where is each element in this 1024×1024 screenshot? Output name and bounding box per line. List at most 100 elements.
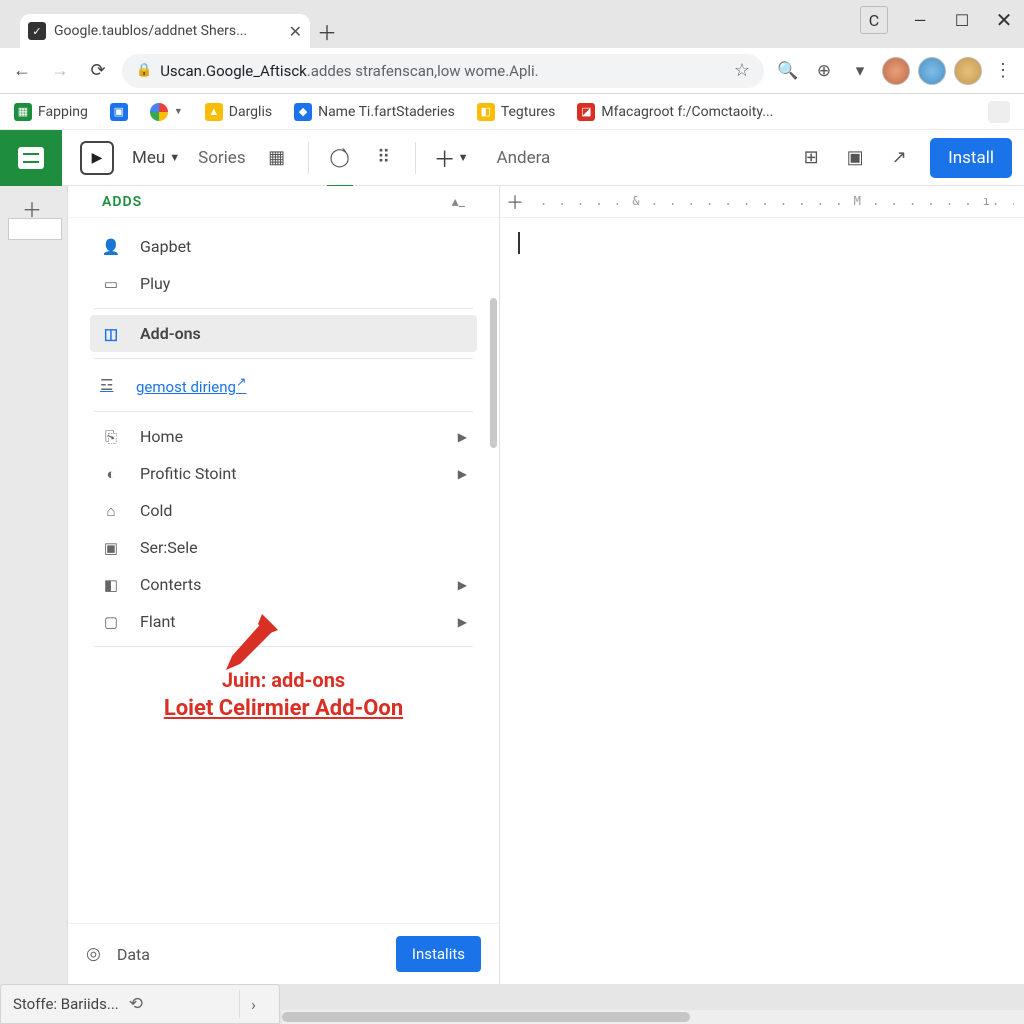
ruler-plus-icon[interactable]: ＋ (506, 189, 524, 215)
panel-foot-label: Data (117, 945, 380, 964)
menu-item[interactable]: ⎘Home▶ (90, 418, 477, 455)
panel-scrollbar[interactable] (490, 298, 497, 448)
bookmark-label: Darglis (229, 104, 272, 120)
lock-icon: 🔒 (136, 63, 152, 78)
menu-item[interactable]: ▢Flant▶ (90, 603, 477, 640)
bookmark-item[interactable]: ◪Mfacagroot f:/Comctaoity... (577, 103, 773, 121)
ruler-ticks: . . . . . & . . . . . . . . . . . M . . … (540, 194, 1014, 208)
menu-item-icon: ▣ (100, 539, 122, 557)
select-all-cell[interactable] (8, 218, 62, 240)
window-titlebar: ✓ Google.taublos/addnet Shers... ✕ ＋ C —… (0, 0, 1024, 48)
ruler: ＋ . . . . . & . . . . . . . . . . . M . … (500, 186, 1024, 218)
profile-avatar-3[interactable] (954, 57, 982, 85)
menu-divider (94, 646, 473, 647)
andera-label: Andera (497, 148, 551, 168)
close-window-button[interactable]: ✕ (990, 6, 1018, 34)
installs-button[interactable]: Instalits (396, 936, 481, 972)
bookmark-item[interactable]: ◆Name Ti.fartStaderies (294, 103, 455, 121)
bookmark-label: Fapping (38, 104, 88, 120)
app-logo[interactable] (0, 130, 62, 186)
maximize-button[interactable]: ☐ (948, 6, 976, 34)
text-cursor (518, 232, 520, 254)
menu-item-icon: ◫ (100, 325, 122, 343)
app-toolbar: ▶ Meu▼ Sories ▦ ◯̀ ⠿ ＋▼ Andera ⊞ ▣ ↗ Ins… (0, 130, 1024, 186)
menu-item[interactable]: ◐Profitic Stoint▶ (90, 455, 477, 492)
bookmarks-overflow-icon[interactable] (988, 101, 1010, 123)
new-tab-button[interactable]: ＋ (310, 14, 344, 48)
back-button[interactable]: ← (8, 57, 36, 85)
bookmark-icon: ▦ (14, 103, 32, 121)
menu-item[interactable]: ◧Conterts▶ (90, 566, 477, 603)
menu-item-icon: ▭ (100, 275, 122, 293)
sories-label[interactable]: Sories (198, 148, 245, 168)
card-icon[interactable]: ▣ (842, 145, 868, 171)
menu-item-icon: ⌂ (100, 502, 122, 520)
bookmark-icon (150, 103, 168, 121)
panel-title: ADDS (102, 194, 142, 210)
status-refresh-icon[interactable]: ⟲ (129, 994, 143, 1014)
annotation-callout: Juin: add-onsLoiet Celirmier Add-Oon (90, 667, 477, 724)
chevron-right-icon: ▶ (458, 578, 467, 592)
menu-item-label: Home (140, 427, 183, 446)
minimize-button[interactable]: — (906, 6, 934, 34)
manage-link[interactable]: ☲gemost dirieng↗ (90, 365, 477, 405)
install-button[interactable]: Install (930, 138, 1012, 178)
search-icon[interactable]: 🔍 (774, 57, 802, 85)
status-label: Stoffe: Bariids... (13, 995, 119, 1013)
menu-dropdown[interactable]: Meu▼ (132, 148, 180, 168)
menu-item-icon: ◧ (100, 576, 122, 594)
bookmark-item[interactable]: ▣ (110, 103, 128, 121)
bookmark-item[interactable]: ▼ (150, 103, 183, 121)
menu-item-icon: ▢ (100, 613, 122, 631)
edit-arrow-icon[interactable]: ↗ (886, 145, 912, 171)
bookmark-item[interactable]: ▲ Darglis (205, 103, 272, 121)
chrome-menu-icon[interactable]: ⋮ (990, 60, 1016, 81)
tab-favicon: ✓ (28, 22, 46, 40)
bookmark-label: Name Ti.fartStaderies (318, 104, 455, 120)
bookmark-item[interactable]: ▦ Fapping (14, 103, 88, 121)
window-controls: C — ☐ ✕ (860, 6, 1018, 34)
menu-item[interactable]: ⌂ Cold (90, 492, 477, 529)
browser-tab[interactable]: ✓ Google.taublos/addnet Shers... ✕ (20, 14, 310, 48)
link-text: gemost dirieng↗ (136, 374, 246, 396)
callout-line1: Juin: add-ons (222, 668, 345, 692)
bookmark-icon: ▲ (205, 103, 223, 121)
reload-button[interactable]: ⟳ (84, 57, 112, 85)
menu-item[interactable]: ▣ Ser:Sele (90, 529, 477, 566)
omnibox[interactable]: 🔒 Uscan.Google_Aftisck.addes strafenscan… (122, 54, 764, 88)
bookmark-item[interactable]: ◧Tegtures (477, 103, 556, 121)
menu-divider (94, 308, 473, 309)
status-box[interactable]: Stoffe: Bariids... ⟲ › (0, 984, 280, 1024)
menu-item-label: Add-ons (140, 324, 201, 343)
panel-collapse-icon[interactable]: ▴_ (452, 194, 465, 210)
forward-button[interactable]: → (46, 57, 74, 85)
document-area[interactable]: ＋ . . . . . & . . . . . . . . . . . M . … (500, 186, 1024, 984)
grid-dots-icon[interactable]: ⠿ (371, 145, 397, 171)
bookmark-label: Mfacagroot f:/Comctaoity... (601, 104, 773, 120)
insert-button[interactable]: ＋▼ (434, 142, 469, 174)
filter-icon[interactable]: ▾ (846, 57, 874, 85)
person-icon[interactable]: ◯̀ (327, 145, 353, 171)
profile-avatar-2[interactable] (918, 57, 946, 85)
tab-close-icon[interactable]: ✕ (289, 22, 302, 41)
grid-small-icon[interactable]: ▦ (264, 145, 290, 171)
star-icon[interactable]: ☆ (734, 60, 750, 81)
menu-item[interactable]: 👤Gapbet (90, 228, 477, 265)
bookmarks-bar: ▦ Fapping ▣ ▼ ▲ Darglis ◆Name Ti.fartStaderies… (0, 94, 1024, 130)
menu-item-label: Gapbet (140, 237, 191, 256)
status-expand-icon[interactable]: › (239, 990, 267, 1018)
menu-item[interactable]: ◫ Add-ons (90, 315, 477, 352)
hscrollbar[interactable] (282, 1010, 1024, 1024)
menu-item-label: Profitic Stoint (140, 464, 236, 483)
data-icon: ◎ (86, 944, 101, 964)
menu-divider (94, 411, 473, 412)
menu-item[interactable]: ▭Pluy (90, 265, 477, 302)
menu-item-label: Ser:Sele (140, 538, 198, 557)
menu-item-label: Cold (140, 501, 172, 520)
chevron-right-icon: ▶ (458, 615, 467, 629)
globe-icon[interactable]: ⊕ (810, 57, 838, 85)
layout-icon[interactable]: ⊞ (798, 145, 824, 171)
profile-avatar-1[interactable] (882, 57, 910, 85)
bookmark-label: Tegtures (501, 104, 556, 120)
present-icon[interactable]: ▶ (80, 141, 114, 175)
